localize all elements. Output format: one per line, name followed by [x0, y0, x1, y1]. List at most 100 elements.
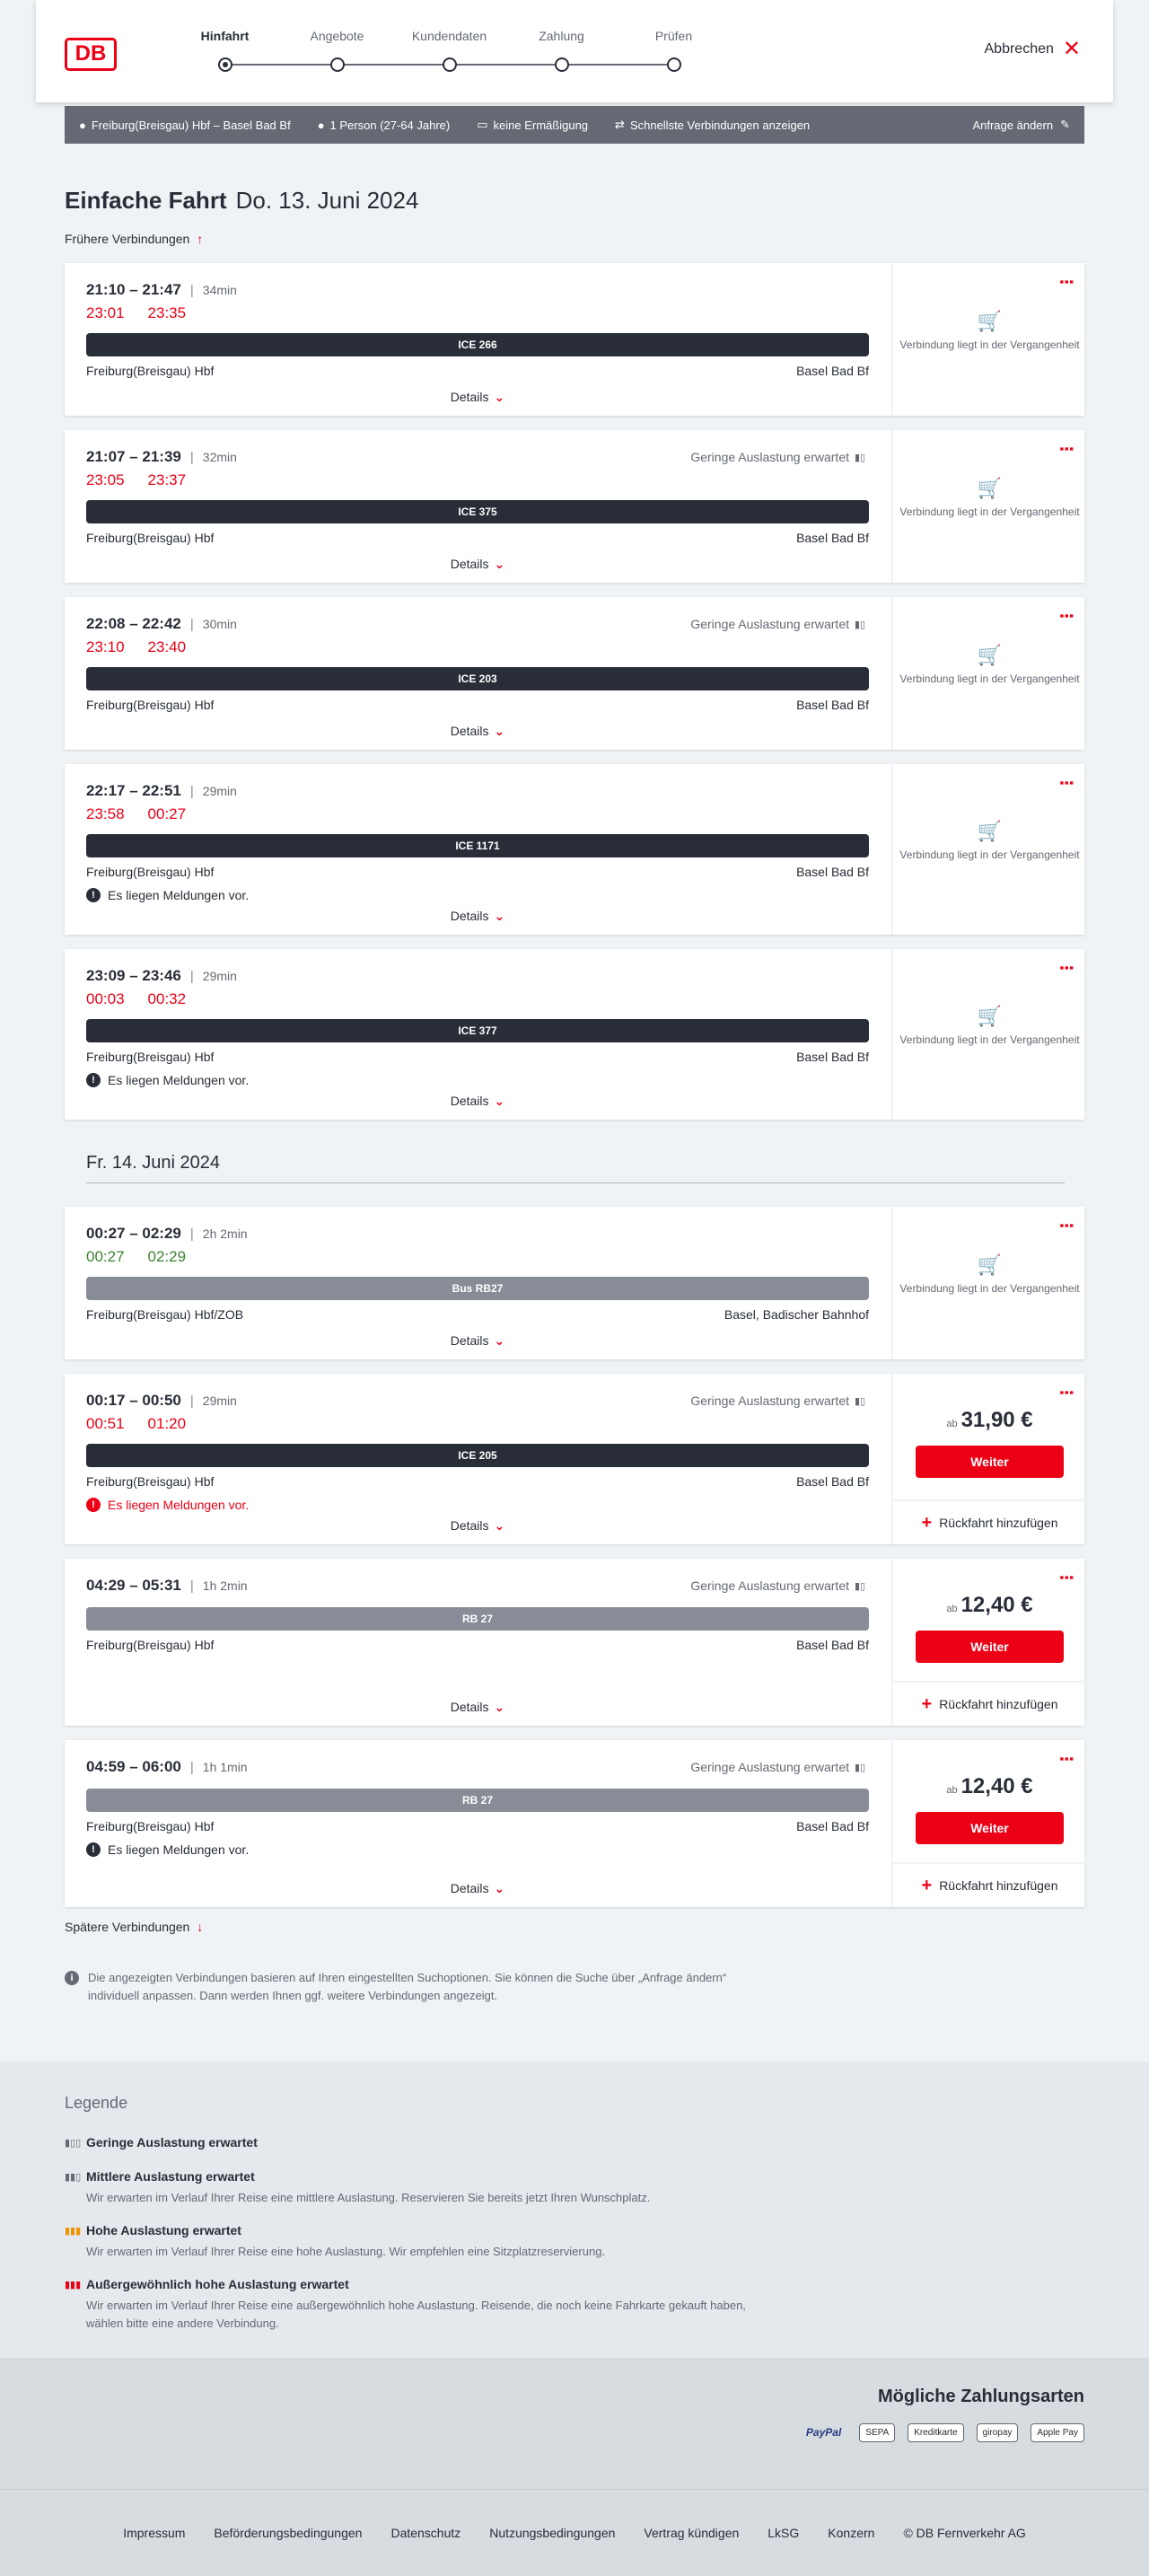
stations-row: Freiburg(Breisgau) Hbf Basel Bad Bf: [86, 1638, 869, 1652]
train-bar[interactable]: ICE 375: [86, 500, 869, 523]
trip-type: Einfache Fahrt: [65, 187, 227, 214]
separator: |: [189, 1760, 194, 1775]
destination-station: Basel Bad Bf: [796, 364, 869, 378]
footer-link-datenschutz[interactable]: Datenschutz: [390, 2526, 460, 2540]
later-connections-link[interactable]: Spätere Verbindungen ↓: [65, 1920, 203, 1934]
connection-card[interactable]: 23:09 – 23:46 | 29min 00:03 00:32 ICE 377…: [65, 949, 1084, 1120]
step-label: Hinfahrt: [200, 29, 250, 43]
train-bar[interactable]: ICE 377: [86, 1019, 869, 1042]
more-options-icon[interactable]: ⋮: [1057, 441, 1075, 457]
load-low-icon: ▮▯: [855, 1581, 866, 1592]
add-return-button[interactable]: + Rückfahrt hinzufügen: [893, 1499, 1086, 1544]
step-hinfahrt[interactable]: Hinfahrt: [169, 29, 281, 72]
details-toggle[interactable]: Details ⌄: [65, 909, 890, 924]
connection-card[interactable]: 22:08 – 22:42 | 30min Geringe Auslastung…: [65, 597, 1084, 750]
train-bar[interactable]: ICE 205: [86, 1444, 869, 1467]
more-options-icon[interactable]: ⋮: [1057, 1218, 1075, 1234]
footer-link-befoerderung[interactable]: Beförderungsbedingungen: [214, 2526, 362, 2540]
step-zahlung[interactable]: Zahlung: [505, 29, 618, 72]
details-toggle[interactable]: Details ⌄: [65, 390, 890, 405]
message-notice: ! Es liegen Meldungen vor.: [86, 1498, 869, 1512]
details-toggle[interactable]: Details ⌄: [65, 557, 890, 572]
details-toggle[interactable]: Details ⌄: [65, 1094, 890, 1109]
more-options-icon[interactable]: ⋮: [1057, 274, 1075, 290]
load-very-high-icon: ▮▮▮: [65, 2280, 82, 2290]
origin-station: Freiburg(Breisgau) Hbf: [86, 1819, 215, 1833]
details-label: Details: [450, 1094, 489, 1108]
db-logo[interactable]: DB: [65, 38, 117, 71]
connection-card[interactable]: 21:10 – 21:47 | 34min 23:01 23:35 ICE 266…: [65, 263, 1084, 416]
add-return-button[interactable]: + Rückfahrt hinzufügen: [893, 1681, 1086, 1726]
summary-discount: ▭ keine Ermäßigung: [477, 118, 588, 132]
details-toggle[interactable]: Details ⌄: [65, 1700, 890, 1715]
plus-icon: +: [921, 1875, 933, 1895]
legend-item-very-high: ▮▮▮ Außergewöhnlich hohe Auslastung erwar…: [65, 2277, 783, 2333]
weiter-button[interactable]: Weiter: [916, 1631, 1064, 1663]
more-options-icon[interactable]: ⋮: [1057, 608, 1075, 624]
step-kundendaten[interactable]: Kundendaten: [393, 29, 505, 72]
more-options-icon[interactable]: ⋮: [1057, 1385, 1075, 1401]
weiter-button[interactable]: Weiter: [916, 1812, 1064, 1844]
connection-card[interactable]: 21:07 – 21:39 | 32min Geringe Auslastung…: [65, 430, 1084, 583]
details-label: Details: [450, 557, 489, 571]
footer-link-konzern[interactable]: Konzern: [828, 2526, 874, 2540]
details-toggle[interactable]: Details ⌄: [65, 1333, 890, 1349]
footer-link-impressum[interactable]: Impressum: [123, 2526, 185, 2540]
page: DB Hinfahrt Angebote Kundendaten Zahlung…: [0, 0, 1149, 2576]
realtime-departure: 23:10: [86, 638, 125, 655]
change-request-button[interactable]: Anfrage ändern ✎: [972, 118, 1070, 132]
train-bar[interactable]: ICE 203: [86, 667, 869, 690]
more-options-icon[interactable]: ⋮: [1057, 960, 1075, 976]
details-label: Details: [450, 1518, 489, 1533]
step-pruefen[interactable]: Prüfen: [618, 29, 730, 72]
legend-heading: Hohe Auslastung erwartet: [86, 2223, 241, 2238]
return-label: Rückfahrt hinzufügen: [939, 1878, 1058, 1893]
destination-station: Basel Bad Bf: [796, 1050, 869, 1064]
origin-station: Freiburg(Breisgau) Hbf: [86, 1638, 215, 1652]
footer-link-lksg[interactable]: LkSG: [767, 2526, 799, 2540]
past-notice: 🛒 Verbindung liegt in der Vergangenheit: [893, 646, 1086, 686]
earlier-connections-link[interactable]: Frühere Verbindungen ↑: [65, 232, 203, 246]
chevron-down-icon: ⌄: [494, 909, 505, 923]
connection-card[interactable]: 00:17 – 00:50 | 29min Geringe Auslastung…: [65, 1374, 1086, 1544]
stations-row: Freiburg(Breisgau) Hbf Basel Bad Bf: [86, 1474, 869, 1489]
train-bar[interactable]: Bus RB27: [86, 1277, 869, 1300]
more-options-icon[interactable]: ⋮: [1057, 775, 1075, 791]
train-bar[interactable]: RB 27: [86, 1789, 869, 1812]
stations-row: Freiburg(Breisgau) Hbf Basel Bad Bf: [86, 364, 869, 378]
details-toggle[interactable]: Details ⌄: [65, 1518, 890, 1534]
price-prefix: ab: [946, 1419, 958, 1429]
details-toggle[interactable]: Details ⌄: [65, 724, 890, 739]
summary-route: ● Freiburg(Breisgau) Hbf – Basel Bad Bf: [79, 119, 291, 132]
details-toggle[interactable]: Details ⌄: [65, 1881, 890, 1896]
connection-card[interactable]: 22:17 – 22:51 | 29min 23:58 00:27 ICE 117…: [65, 764, 1084, 935]
planned-times: 22:08 – 22:42: [86, 615, 181, 632]
details-label: Details: [450, 909, 489, 923]
weiter-button[interactable]: Weiter: [916, 1446, 1064, 1478]
footer-link-nutzung[interactable]: Nutzungsbedingungen: [489, 2526, 615, 2540]
connection-card[interactable]: 04:59 – 06:00 | 1h 1min Geringe Auslastu…: [65, 1740, 1086, 1907]
past-text: Verbindung liegt in der Vergangenheit: [899, 848, 1080, 861]
search-summary-bar: ● Freiburg(Breisgau) Hbf – Basel Bad Bf ●…: [65, 106, 1084, 144]
load-low-icon: ▮▯: [855, 453, 866, 463]
train-bar[interactable]: ICE 266: [86, 333, 869, 356]
realtime-row: 23:10 23:40: [86, 638, 869, 656]
destination-station: Basel Bad Bf: [796, 531, 869, 545]
card-icon: ▭: [477, 118, 488, 131]
footer-link-kuendigen[interactable]: Vertrag kündigen: [644, 2526, 739, 2540]
times-row: 21:07 – 21:39 | 32min Geringe Auslastung…: [86, 448, 869, 468]
duration: 29min: [202, 1394, 237, 1408]
abort-button[interactable]: Abbrechen ✕: [985, 39, 1082, 60]
step-angebote[interactable]: Angebote: [281, 29, 393, 72]
more-options-icon[interactable]: ⋮: [1057, 1569, 1075, 1586]
offer-panel: ⋮ 🛒 Verbindung liegt in der Vergangenheit: [891, 597, 1084, 750]
add-return-button[interactable]: + Rückfahrt hinzufügen: [893, 1862, 1086, 1907]
connection-card[interactable]: 00:27 – 02:29 | 2h 2min 00:27 02:29 Bus R…: [65, 1207, 1084, 1359]
connection-card[interactable]: 04:29 – 05:31 | 1h 2min Geringe Auslastu…: [65, 1559, 1086, 1726]
earlier-label: Frühere Verbindungen: [65, 232, 190, 246]
legend-section: Legende ▮▯▯ Geringe Auslastung erwartet ▮…: [0, 2062, 1149, 2358]
more-options-icon[interactable]: ⋮: [1057, 1751, 1075, 1767]
paypal-icon: PayPal: [805, 2426, 842, 2439]
train-bar[interactable]: ICE 1171: [86, 834, 869, 857]
train-bar[interactable]: RB 27: [86, 1607, 869, 1631]
